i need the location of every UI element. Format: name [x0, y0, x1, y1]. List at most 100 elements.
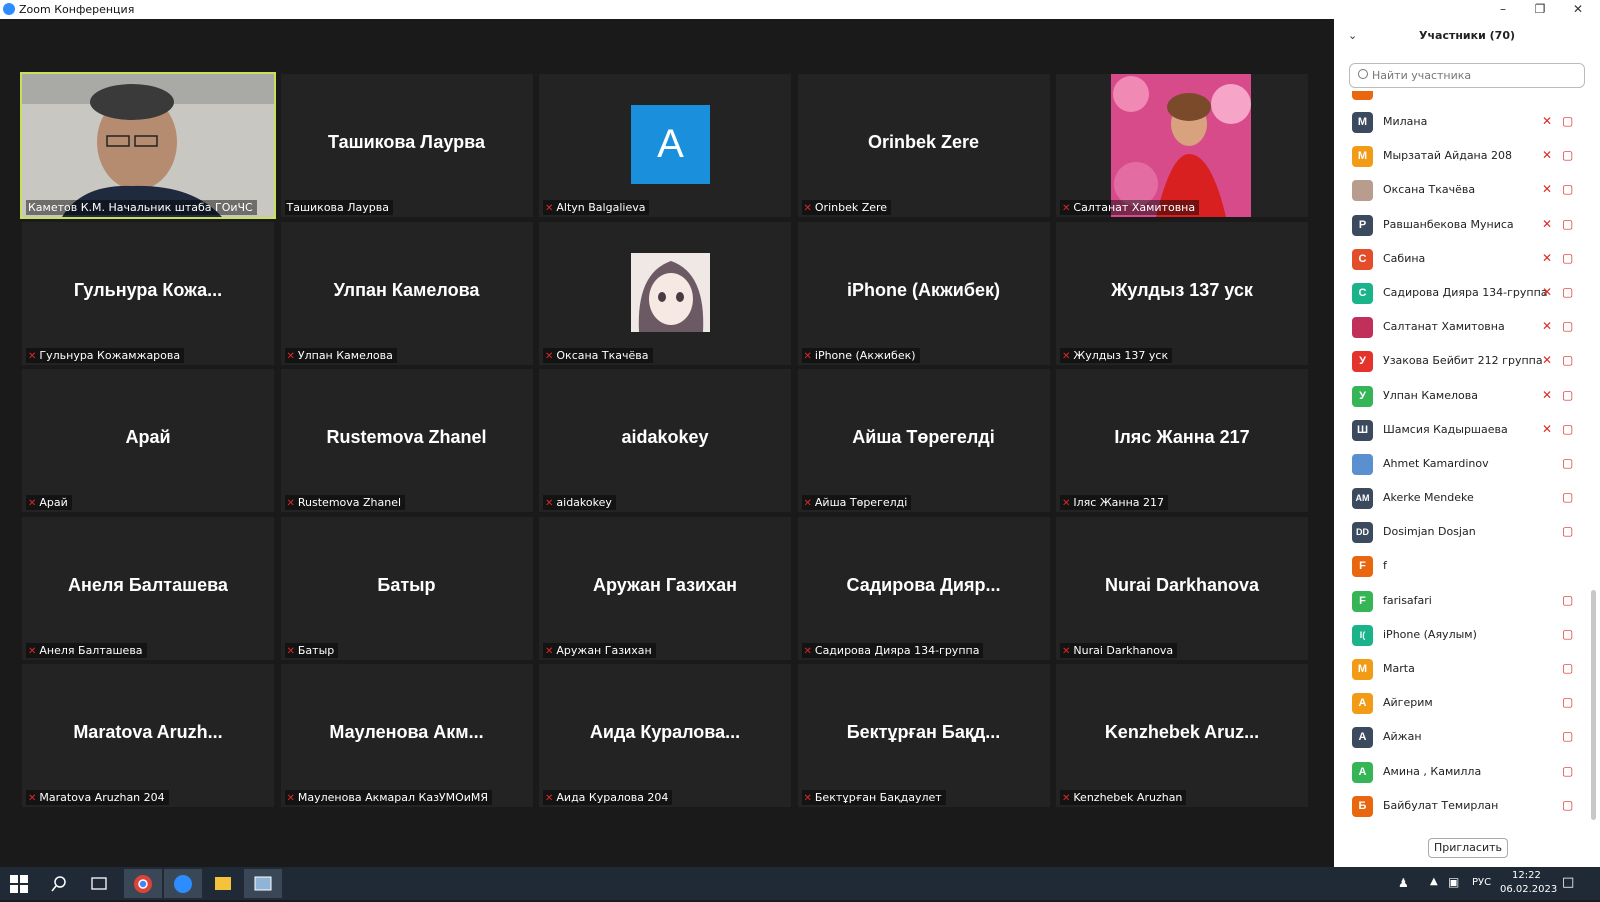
list-item[interactable]: I(iPhone (Аяулым) ▢: [1334, 618, 1587, 652]
video-off-icon[interactable]: ▢: [1562, 593, 1573, 607]
windows-start-icon[interactable]: [8, 869, 34, 898]
video-tile[interactable]: Nurai Darkhanova ✕ Nurai Darkhanova: [1056, 516, 1308, 660]
video-tile[interactable]: ✕ Салтанат Хамитовна: [1056, 74, 1308, 217]
language-indicator[interactable]: РУС: [1472, 877, 1491, 888]
video-tile[interactable]: Каметов К.М. Начальник штаба ГОиЧС: [20, 72, 276, 219]
video-tile[interactable]: Maratova Aruzh... ✕ Maratova Aruzhan 204: [22, 664, 274, 808]
video-off-icon[interactable]: ▢: [1562, 251, 1573, 265]
list-item[interactable]: M Marta ▢: [1334, 652, 1587, 686]
mic-muted-icon[interactable]: ✕: [1542, 217, 1552, 231]
video-off-icon[interactable]: ▢: [1562, 524, 1573, 538]
mic-muted-icon[interactable]: ✕: [1542, 388, 1552, 402]
app-window-icon[interactable]: [244, 869, 282, 898]
chrome-icon[interactable]: [124, 869, 162, 898]
video-tile[interactable]: Rustemova Zhanel ✕ Rustemova Zhanel: [280, 369, 533, 513]
list-item[interactable]: Оксана Ткачёва ✕ ▢: [1334, 173, 1587, 207]
video-tile[interactable]: Kenzhebek Aruz... ✕ Kenzhebek Aruzhan: [1056, 664, 1308, 808]
video-off-icon[interactable]: ▢: [1562, 422, 1573, 436]
video-tile[interactable]: Іляс Жанна 217 ✕ Іляс Жанна 217: [1056, 369, 1308, 513]
mic-muted-icon[interactable]: ✕: [1542, 182, 1552, 196]
file-explorer-icon[interactable]: [204, 869, 242, 898]
video-off-icon[interactable]: ▢: [1562, 490, 1573, 504]
list-item[interactable]: [1334, 91, 1587, 105]
participant-name-label: Каметов К.М. Начальник штаба ГОиЧС: [26, 200, 257, 215]
video-tile[interactable]: Аида Куралова... ✕ Аида Куралова 204: [539, 664, 791, 808]
video-tile[interactable]: aidakokey ✕ aidakokey: [539, 369, 791, 513]
video-off-icon[interactable]: ▢: [1562, 388, 1573, 402]
video-tile[interactable]: Бектұрған Бақд... ✕ Бектұрған Бақдаулет: [797, 664, 1050, 808]
video-off-icon[interactable]: ▢: [1562, 319, 1573, 333]
list-item[interactable]: А Айгерим ▢: [1334, 686, 1587, 720]
list-item[interactable]: Р Равшанбекова Муниса ✕ ▢: [1334, 208, 1587, 242]
search-icon[interactable]: [50, 869, 76, 898]
video-off-icon[interactable]: ▢: [1562, 114, 1573, 128]
scrollbar[interactable]: [1591, 590, 1596, 820]
mic-muted-icon[interactable]: ✕: [1542, 285, 1552, 299]
video-off-icon[interactable]: ▢: [1562, 764, 1573, 778]
mic-muted-icon[interactable]: ✕: [1542, 148, 1552, 162]
list-item[interactable]: М Мырзатай Айдана 208 ✕ ▢: [1334, 139, 1587, 173]
list-item[interactable]: Ff: [1334, 549, 1587, 583]
list-item[interactable]: У Улпан Камелова ✕ ▢: [1334, 379, 1587, 413]
video-tile[interactable]: Аружан Газихан ✕ Аружан Газихан: [539, 516, 791, 660]
invite-button[interactable]: Пригласить: [1428, 838, 1508, 858]
task-view-icon[interactable]: [88, 869, 114, 898]
list-item[interactable]: С Садирова Диярa 134-группа ✕ ▢: [1334, 276, 1587, 310]
video-tile[interactable]: Айша Төрегелді ✕ Айша Төрегелді: [797, 369, 1050, 513]
video-tile[interactable]: Улпан Камелова ✕ Улпан Камелова: [280, 221, 533, 365]
list-item[interactable]: М Милана ✕ ▢: [1334, 105, 1587, 139]
restore-button[interactable]: ❐: [1522, 0, 1558, 19]
list-item[interactable]: Б Байбулат Темирлан ▢: [1334, 789, 1587, 823]
list-item[interactable]: Салтанат Хамитовна ✕ ▢: [1334, 310, 1587, 344]
mic-muted-icon[interactable]: ✕: [1542, 251, 1552, 265]
video-tile[interactable]: Гульнура Кожа... ✕ Гульнура Кожамжарова: [22, 221, 274, 365]
close-button[interactable]: ✕: [1560, 0, 1596, 19]
list-item[interactable]: Ffarisafari ▢: [1334, 584, 1587, 618]
list-item[interactable]: AM Akerke Mendeke ▢: [1334, 481, 1587, 515]
list-item[interactable]: DD Dosimjan Dosjan ▢: [1334, 515, 1587, 549]
list-item[interactable]: У Узакова Бейбит 212 группа ✕ ▢: [1334, 344, 1587, 378]
video-off-icon[interactable]: ▢: [1562, 456, 1573, 470]
list-item[interactable]: Ш Шамсия Кадыршаева ✕ ▢: [1334, 413, 1587, 447]
video-tile[interactable]: Жулдыз 137 уск ✕ Жулдыз 137 уск: [1056, 221, 1308, 365]
chevron-up-icon[interactable]: ▲: [1430, 876, 1438, 887]
video-off-icon[interactable]: ▢: [1562, 353, 1573, 367]
video-off-icon[interactable]: ▢: [1562, 148, 1573, 162]
video-tile[interactable]: Orinbek Zere ✕ Orinbek Zere: [797, 74, 1050, 217]
minimize-button[interactable]: –: [1485, 0, 1521, 19]
mic-muted-icon[interactable]: ✕: [1542, 114, 1552, 128]
video-tile[interactable]: iPhone (Акжибек) ✕ iPhone (Акжибек): [797, 221, 1050, 365]
zoom-taskbar-icon[interactable]: [164, 869, 202, 898]
video-off-icon[interactable]: ▢: [1562, 217, 1573, 231]
video-off-icon[interactable]: ▢: [1562, 285, 1573, 299]
mic-muted-icon[interactable]: ✕: [1542, 319, 1552, 333]
mic-muted-icon: ✕: [1062, 350, 1071, 362]
network-icon[interactable]: ▣: [1448, 875, 1459, 889]
mic-muted-icon[interactable]: ✕: [1542, 422, 1552, 436]
list-item[interactable]: А Амина , Камилла ▢: [1334, 755, 1587, 789]
mic-muted-icon[interactable]: ✕: [1542, 353, 1552, 367]
list-item[interactable]: А Айжан ▢: [1334, 720, 1587, 754]
video-off-icon[interactable]: ▢: [1562, 798, 1573, 812]
participant-search-input[interactable]: Найти участника: [1349, 63, 1585, 88]
video-off-icon[interactable]: ▢: [1562, 729, 1573, 743]
clock-date[interactable]: 06.02.2023: [1500, 884, 1557, 895]
video-off-icon[interactable]: ▢: [1562, 661, 1573, 675]
video-tile[interactable]: Анеля Балташева ✕ Анеля Балташева: [22, 516, 274, 660]
video-tile[interactable]: A ✕ Altyn Balgalieva: [539, 74, 791, 217]
video-off-icon[interactable]: ▢: [1562, 627, 1573, 641]
video-tile[interactable]: Садирова Дияр... ✕ Садирова Диярa 134-груп…: [797, 516, 1050, 660]
video-off-icon[interactable]: ▢: [1562, 695, 1573, 709]
video-tile[interactable]: ✕ Оксана Ткачёва: [539, 221, 791, 365]
list-item[interactable]: С Сабина ✕ ▢: [1334, 242, 1587, 276]
video-off-icon[interactable]: ▢: [1562, 182, 1573, 196]
video-tile[interactable]: Мауленова Акм... ✕ Мауленова Акмарал КазУМ…: [280, 664, 533, 808]
video-tile[interactable]: Батыр ✕ Батыр: [280, 516, 533, 660]
people-icon[interactable]: ♟: [1398, 876, 1409, 890]
video-tile[interactable]: Ташикова Лаурва Ташикова Лаурва: [280, 74, 533, 217]
list-item[interactable]: Ahmet Kamardinov ▢: [1334, 447, 1587, 481]
video-tile[interactable]: Арай ✕ Арай: [22, 369, 274, 513]
label-text: Аружан Газихан: [556, 643, 652, 657]
clock-time[interactable]: 12:22: [1512, 870, 1541, 881]
notification-icon[interactable]: □: [1562, 875, 1574, 890]
